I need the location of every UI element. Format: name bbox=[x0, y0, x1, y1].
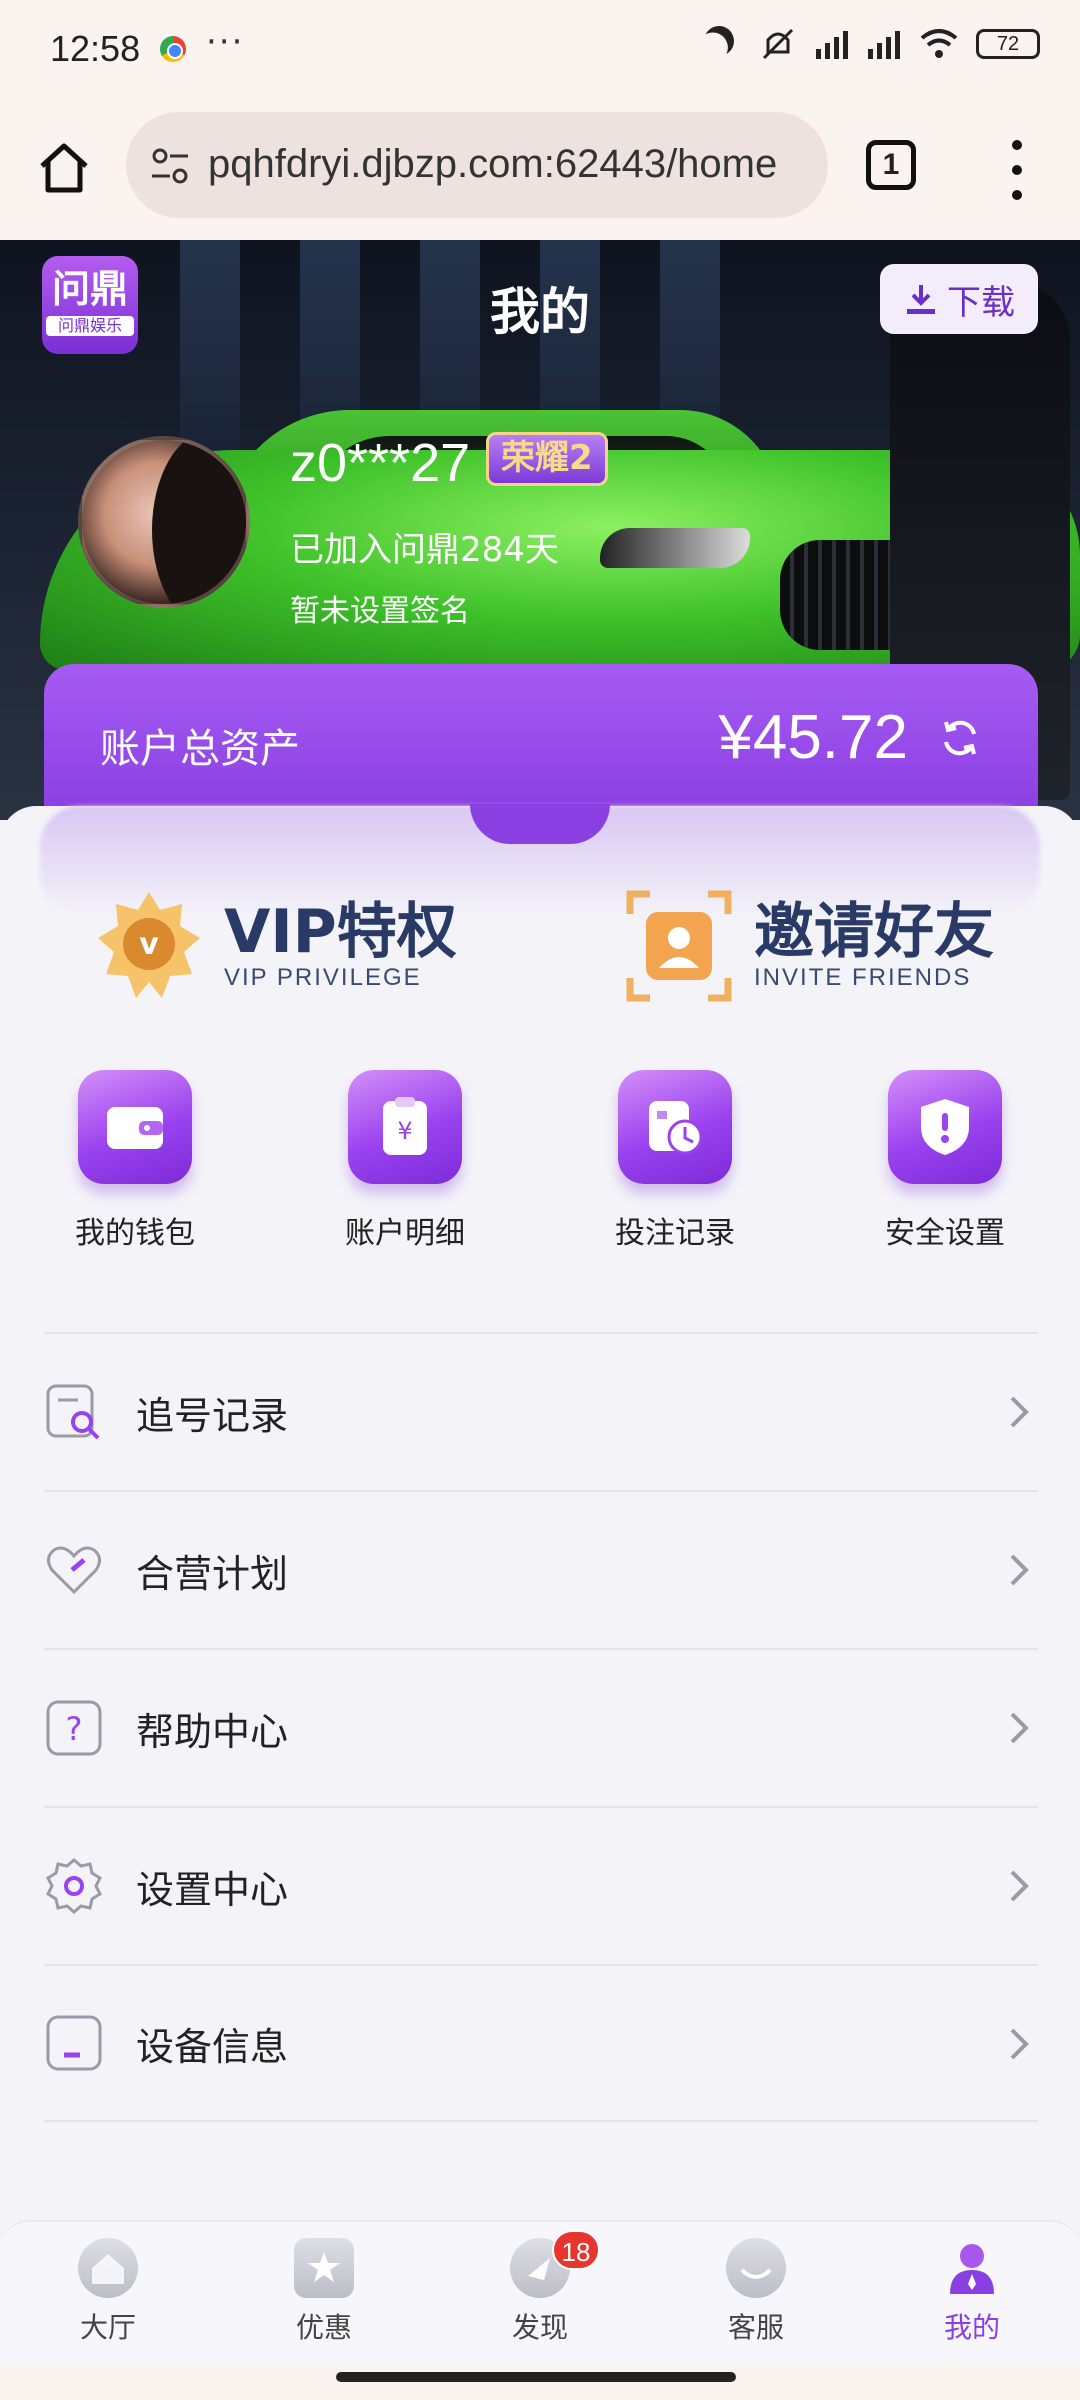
menu-item-label: 设备信息 bbox=[136, 2024, 289, 2069]
menu-item-label: 合营计划 bbox=[136, 1551, 289, 1596]
lobby-home-icon bbox=[78, 2238, 138, 2298]
more-notifications: ··· bbox=[206, 22, 245, 62]
main-panel: v VIP特权 VIP PRIVILEGE 邀请好友 INVITE FRIEND… bbox=[0, 804, 1080, 2220]
browser-toolbar: pqhfdryi.djbzp.com:62443/home 1 bbox=[0, 98, 1080, 240]
menu-item-help-center[interactable]: ? 帮助中心 bbox=[44, 1648, 1038, 1806]
yuan-clipboard-icon: ¥ bbox=[348, 1070, 462, 1184]
rank-badge: 荣耀2 bbox=[486, 432, 608, 486]
menu-item-label: 追号记录 bbox=[136, 1393, 289, 1438]
star-icon bbox=[294, 2238, 354, 2298]
card-notch bbox=[470, 804, 610, 844]
joined-days: 已加入问鼎284天 bbox=[290, 530, 559, 570]
wifi-icon bbox=[920, 26, 958, 62]
support-icon bbox=[726, 2238, 786, 2298]
menu-item-label: 帮助中心 bbox=[136, 1709, 289, 1754]
nav-label: 发现 bbox=[511, 2311, 568, 2344]
clock: 12:58 bbox=[50, 28, 141, 69]
site-settings-icon[interactable] bbox=[148, 144, 192, 188]
refresh-icon[interactable] bbox=[938, 716, 982, 760]
menu-item-partner-plan[interactable]: 合营计划 bbox=[44, 1490, 1038, 1648]
shortcut-grid: 我的钱包 ¥ 账户明细 投注记录 安全设置 bbox=[0, 1070, 1080, 1252]
shortcut-label: 我的钱包 bbox=[75, 1216, 195, 1251]
shortcut-bet-records[interactable]: 投注记录 bbox=[540, 1070, 810, 1252]
address-bar[interactable]: pqhfdryi.djbzp.com:62443/home bbox=[126, 112, 828, 218]
shortcut-account-details[interactable]: ¥ 账户明细 bbox=[270, 1070, 540, 1252]
svg-text:¥: ¥ bbox=[397, 1117, 412, 1145]
nav-label: 客服 bbox=[727, 2311, 784, 2344]
url-text: pqhfdryi.djbzp.com:62443/home bbox=[208, 142, 778, 186]
chrome-icon bbox=[160, 36, 186, 62]
chevron-right-icon bbox=[1006, 1868, 1034, 1904]
nav-tab-lobby[interactable]: 大厅 bbox=[0, 2222, 216, 2364]
gesture-bar-area bbox=[0, 2364, 1080, 2400]
signal-2-icon bbox=[868, 29, 900, 59]
nav-tab-promotions[interactable]: 优惠 bbox=[216, 2222, 432, 2364]
vip-subtitle: VIP PRIVILEGE bbox=[224, 964, 422, 991]
bottom-nav: 大厅 优惠 18 发现 客服 我的 bbox=[0, 2220, 1080, 2364]
home-icon[interactable] bbox=[36, 140, 92, 196]
user-icon bbox=[942, 2238, 1002, 2298]
device-icon bbox=[44, 2013, 104, 2073]
shortcut-wallet[interactable]: 我的钱包 bbox=[0, 1070, 270, 1252]
download-button[interactable]: 下载 bbox=[880, 264, 1038, 334]
question-icon: ? bbox=[44, 1698, 104, 1758]
menu-item-settings-center[interactable]: 设置中心 bbox=[44, 1806, 1038, 1964]
chevron-right-icon bbox=[1006, 1394, 1034, 1430]
chevron-right-icon bbox=[1006, 1552, 1034, 1588]
nav-tab-customer-service[interactable]: 客服 bbox=[648, 2222, 864, 2364]
invite-frame-icon bbox=[626, 890, 732, 1002]
signature: 暂未设置签名 bbox=[290, 594, 470, 629]
total-assets-label: 账户总资产 bbox=[100, 726, 300, 772]
invite-title: 邀请好友 bbox=[754, 897, 994, 967]
shortcut-label: 安全设置 bbox=[885, 1216, 1005, 1251]
profile-header: 问鼎 问鼎娱乐 我的 下载 z0***27 荣耀2 已加入问鼎284天 暂未设置… bbox=[0, 240, 1080, 820]
nav-tab-mine[interactable]: 我的 bbox=[864, 2222, 1080, 2364]
mute-icon bbox=[760, 26, 796, 62]
search-record-icon bbox=[44, 1382, 104, 1442]
home-indicator[interactable] bbox=[336, 2372, 736, 2382]
download-label: 下载 bbox=[947, 282, 1015, 323]
avatar[interactable] bbox=[78, 436, 250, 608]
battery-icon: 72 bbox=[976, 29, 1040, 59]
svg-text:?: ? bbox=[66, 1710, 83, 1748]
menu-list: 追号记录 合营计划 ? 帮助中心 设置中心 设备信息 bbox=[44, 1332, 1038, 2122]
browser-menu-icon[interactable] bbox=[1000, 140, 1034, 200]
shortcut-label: 投注记录 bbox=[615, 1216, 735, 1251]
nav-label: 我的 bbox=[943, 2311, 1000, 2344]
invite-subtitle: INVITE FRIENDS bbox=[754, 964, 972, 991]
gear-icon bbox=[44, 1856, 104, 1916]
status-bar: 12:58 ··· 72 bbox=[0, 0, 1080, 98]
download-icon bbox=[907, 285, 935, 314]
nav-label: 优惠 bbox=[295, 2311, 352, 2344]
invite-friends-card[interactable]: 邀请好友 INVITE FRIENDS bbox=[626, 890, 994, 1002]
vip-privilege-card[interactable]: v VIP特权 VIP PRIVILEGE bbox=[96, 890, 457, 1002]
shortcut-label: 账户明细 bbox=[345, 1216, 465, 1251]
total-assets-amount: ¥45.72 bbox=[718, 703, 908, 772]
shortcut-security-settings[interactable]: 安全设置 bbox=[810, 1070, 1080, 1252]
menu-item-device-info[interactable]: 设备信息 bbox=[44, 1964, 1038, 2122]
dnd-moon-icon bbox=[704, 26, 740, 62]
menu-item-chase-records[interactable]: 追号记录 bbox=[44, 1332, 1038, 1490]
chevron-right-icon bbox=[1006, 2026, 1034, 2062]
record-clock-icon bbox=[618, 1070, 732, 1184]
total-assets-card: 账户总资产 ¥45.72 bbox=[44, 664, 1038, 814]
chevron-right-icon bbox=[1006, 1710, 1034, 1746]
menu-item-label: 设置中心 bbox=[136, 1867, 289, 1912]
heart-icon bbox=[44, 1540, 104, 1600]
username: z0***27 bbox=[290, 433, 471, 493]
wallet-icon bbox=[78, 1070, 192, 1184]
tab-switcher-button[interactable]: 1 bbox=[866, 140, 916, 190]
svg-text:v: v bbox=[139, 927, 159, 962]
signal-1-icon bbox=[816, 29, 848, 59]
discover-badge: 18 bbox=[552, 2230, 600, 2270]
vip-title: VIP特权 bbox=[224, 897, 457, 967]
shield-icon bbox=[888, 1070, 1002, 1184]
vip-badge-icon: v bbox=[96, 890, 202, 1002]
nav-label: 大厅 bbox=[79, 2311, 136, 2344]
nav-tab-discover[interactable]: 18 发现 bbox=[432, 2222, 648, 2364]
